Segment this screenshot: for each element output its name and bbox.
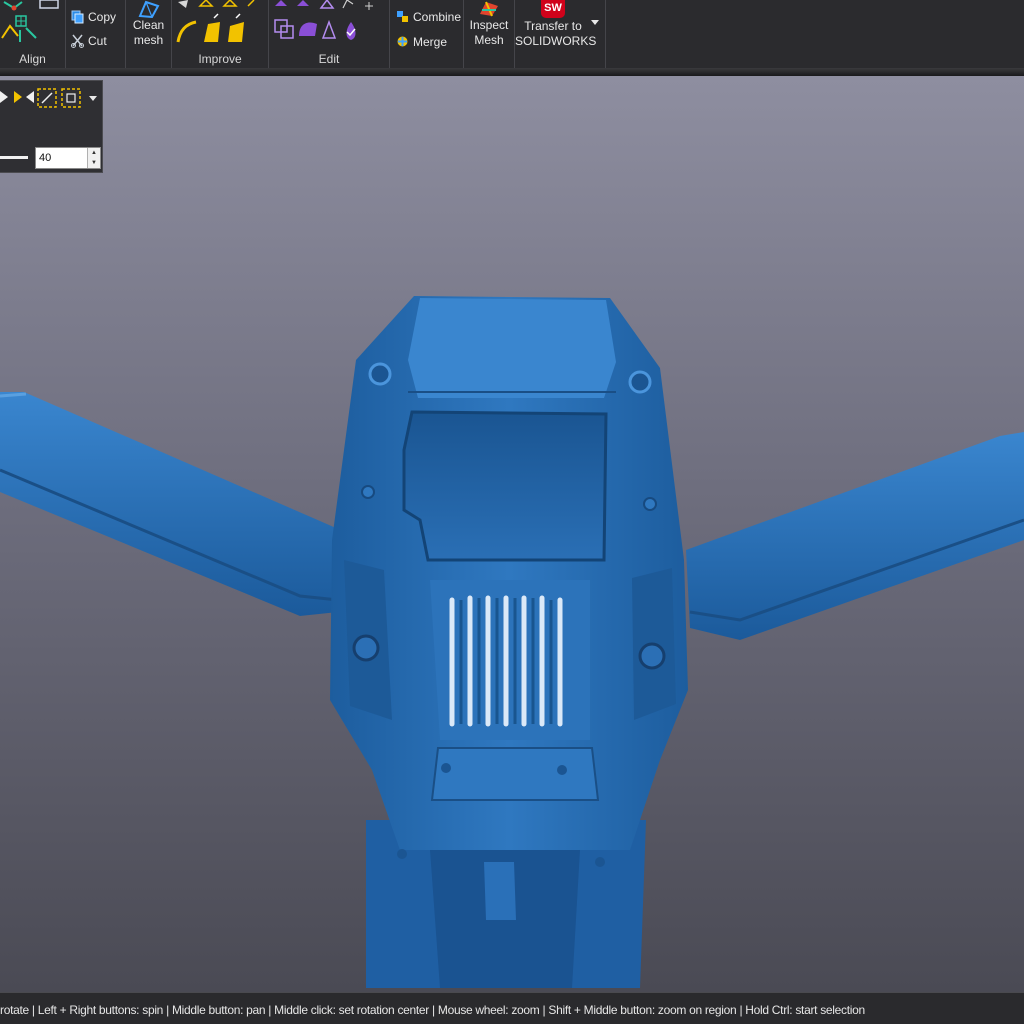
inspect-mesh-button[interactable]: Inspect Mesh [464,0,514,48]
inspect-mesh-label-line2: Mesh [474,33,504,47]
align-points-icon[interactable] [0,0,62,44]
status-bar: rotate | Left + Right buttons: spin | Mi… [0,992,1024,1024]
ribbon-group-edit: Edit [269,0,390,68]
ribbon-toolbar: Align Copy Cut Clean mesh Improve Edit C… [0,0,1024,70]
merge-button[interactable]: Merge [396,35,447,50]
transfer-to-solidworks-button[interactable]: SW Transfer to SOLIDWORKS [515,0,597,49]
merge-label: Merge [413,35,448,49]
3d-viewport[interactable] [0,76,1024,992]
selection-mode-dropdown-arrow[interactable] [89,96,97,101]
combine-icon [397,11,408,22]
cut-button[interactable]: Cut [71,34,107,49]
inspect-mesh-label-line1: Inspect [469,18,509,32]
copy-icon [71,10,84,24]
ribbon-group-clipboard: Copy Cut [66,0,126,68]
clean-mesh-button[interactable]: Clean mesh [126,0,171,48]
scissors-icon [71,34,84,48]
selection-mode-icons[interactable] [0,87,100,111]
edit-tools-icon[interactable] [273,0,387,46]
status-bar-text: rotate | Left + Right buttons: spin | Mi… [0,1003,865,1017]
spin-down-button[interactable]: ▼ [87,158,100,168]
spin-up-button[interactable]: ▲ [87,148,100,158]
improve-group-label: Improve [198,52,242,66]
clean-mesh-icon [138,0,159,18]
ribbon-group-inspect: Inspect Mesh [464,0,515,68]
clean-mesh-label-line1: Clean [132,18,165,32]
brush-size-slider[interactable] [0,156,28,159]
clean-mesh-label-line2: mesh [133,33,164,47]
cut-label: Cut [88,34,107,48]
transfer-label-line2: SOLIDWORKS [515,34,597,48]
improve-tools-icon[interactable] [174,0,266,46]
solidworks-logo-text: SW [544,2,562,14]
ribbon-group-clean: Clean mesh [126,0,172,68]
ribbon-group-combine: Combine Merge [390,0,464,68]
solidworks-logo-icon: SW [541,0,565,18]
ribbon-group-improve: Improve [172,0,269,68]
combine-label: Combine [413,10,462,24]
merge-icon [397,36,408,47]
edit-group-label: Edit [318,52,340,66]
transfer-dropdown-arrow[interactable] [591,20,599,25]
ribbon-group-align: Align [0,0,66,68]
inspect-mesh-icon [480,1,498,17]
copy-label: Copy [88,10,117,24]
transfer-label-line1: Transfer to [524,19,582,33]
combine-button[interactable]: Combine [396,10,461,25]
align-group-label: Align [19,52,46,66]
scanned-mesh-model[interactable] [0,76,1024,992]
ribbon-group-transfer: SW Transfer to SOLIDWORKS [515,0,606,68]
copy-button[interactable]: Copy [71,10,116,25]
ribbon-bottom-edge [0,68,1024,76]
selection-tool-panel: 40 ▲ ▼ [0,80,103,173]
